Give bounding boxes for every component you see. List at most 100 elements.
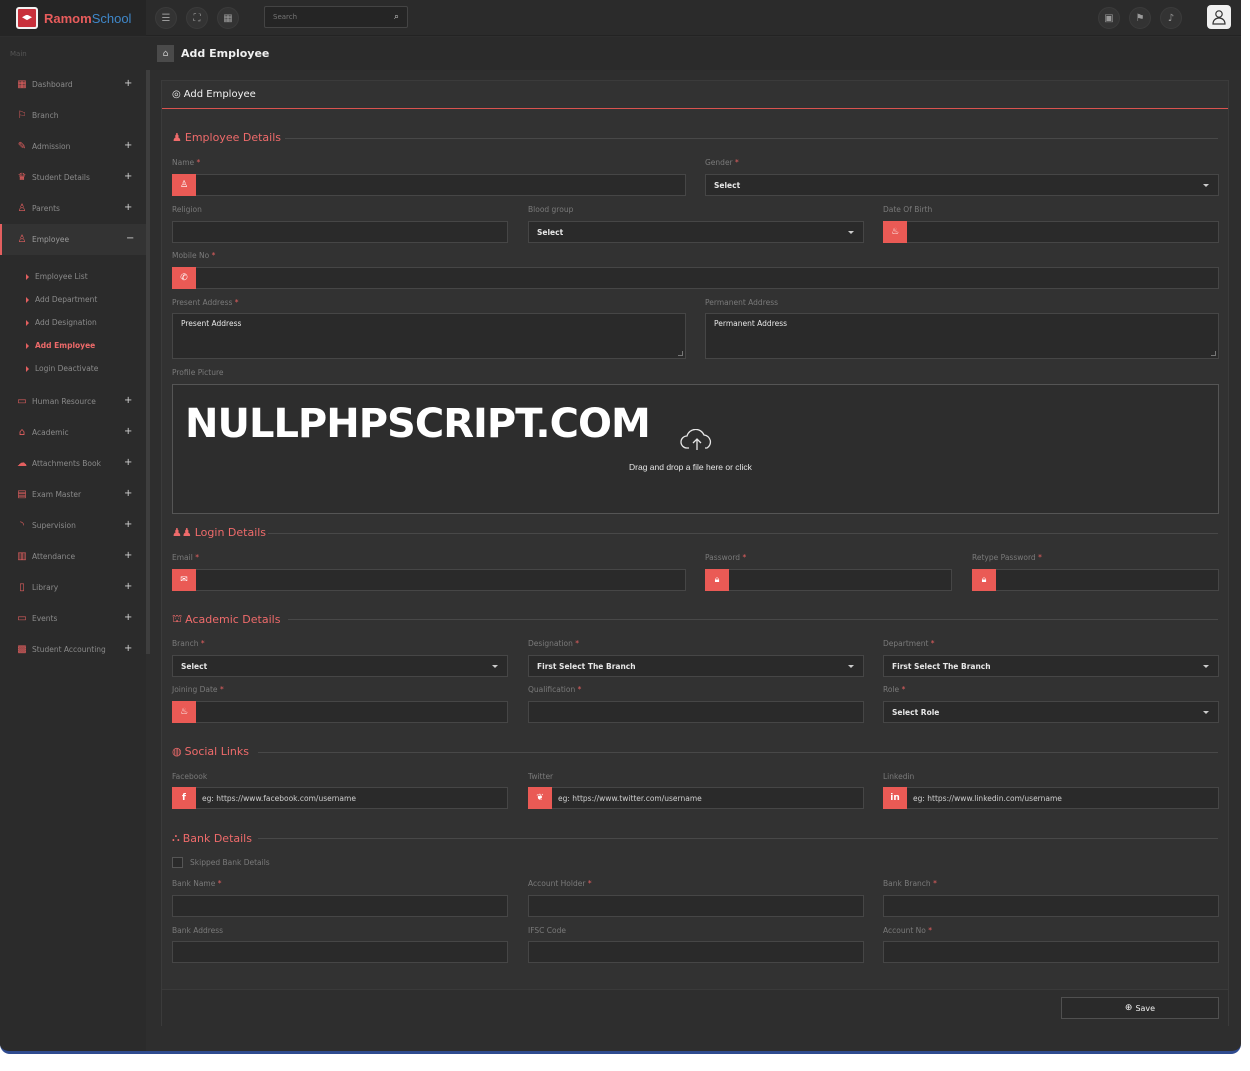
present-address-textarea[interactable]: Present Address	[172, 313, 686, 359]
submenu-add-designation[interactable]: Add Designation	[0, 311, 146, 334]
password-input[interactable]: 🔒︎	[705, 569, 952, 591]
school-icon: ⛫	[172, 612, 183, 625]
sidebar-item-academic[interactable]: ⌂ Academic +	[0, 417, 146, 448]
phone-icon: ✆	[172, 267, 196, 289]
user-avatar[interactable]	[1207, 5, 1231, 29]
sidebar-item-attendance[interactable]: ▥ Attendance +	[0, 541, 146, 572]
bank-branch-input[interactable]	[883, 895, 1219, 917]
account-holder-input[interactable]	[528, 895, 864, 917]
gender-select[interactable]: Select	[705, 174, 1219, 196]
search-icon[interactable]: ⌕	[394, 12, 399, 22]
joining-date-input[interactable]: ♨	[172, 701, 508, 723]
joining-date-label: Joining Date *	[172, 685, 224, 694]
qualification-input[interactable]	[528, 701, 864, 723]
bank-address-input[interactable]	[172, 941, 508, 963]
fullscreen-icon[interactable]: ⛶	[186, 7, 208, 29]
calculator-icon: ▩	[17, 644, 27, 655]
caret-right-icon	[26, 273, 29, 280]
dashboard-icon: ▦	[17, 79, 27, 90]
sidebar-item-dashboard[interactable]: ▦ Dashboard +	[0, 69, 146, 100]
expand-icon: +	[124, 202, 133, 213]
home-icon[interactable]: ⌂	[157, 45, 174, 62]
chevron-down-icon	[492, 664, 498, 668]
sidebar-item-exam-master[interactable]: ▤ Exam Master +	[0, 479, 146, 510]
submenu-login-deactivate[interactable]: Login Deactivate	[0, 357, 146, 380]
apps-grid-icon[interactable]: ▦	[217, 7, 239, 29]
submenu-employee-list[interactable]: Employee List	[0, 265, 146, 288]
dob-input[interactable]: ♨	[883, 221, 1219, 243]
ifsc-label: IFSC Code	[528, 926, 566, 935]
skip-bank-label: Skipped Bank Details	[190, 858, 270, 867]
facebook-label: Facebook	[172, 772, 208, 781]
designation-select[interactable]: First Select The Branch	[528, 655, 864, 677]
twitter-input[interactable]: ❦ eg: https://www.twitter.com/username	[528, 787, 864, 809]
caret-right-icon	[26, 296, 29, 303]
retype-password-input[interactable]: 🔒︎	[972, 569, 1219, 591]
linkedin-icon: in	[883, 787, 907, 809]
book-icon: ▤	[17, 489, 27, 500]
religion-input[interactable]	[172, 221, 508, 243]
submenu-add-employee[interactable]: Add Employee	[0, 334, 146, 357]
sidebar-item-events[interactable]: ▭ Events +	[0, 603, 146, 634]
sidebar-item-parents[interactable]: ♙ Parents +	[0, 193, 146, 224]
flag-icon[interactable]: ⚑	[1129, 7, 1151, 29]
expand-icon: +	[124, 78, 133, 89]
card-header: ◎ Add Employee	[162, 81, 1228, 109]
department-select[interactable]: First Select The Branch	[883, 655, 1219, 677]
branch-label: Branch *	[172, 639, 205, 648]
chevron-down-icon	[1203, 183, 1209, 187]
sidebar-item-library[interactable]: ▯ Library +	[0, 572, 146, 603]
expand-icon: +	[124, 519, 133, 530]
facebook-input[interactable]: f eg: https://www.facebook.com/username	[172, 787, 508, 809]
mobile-input[interactable]: ✆	[172, 267, 1219, 289]
save-button[interactable]: ⊕ Save	[1061, 997, 1219, 1019]
ifsc-input[interactable]	[528, 941, 864, 963]
branch-icon: ⚐	[17, 110, 27, 121]
religion-label: Religion	[172, 205, 202, 214]
users-icon: ♟♟	[172, 526, 192, 539]
user-edit-icon: ♟	[172, 131, 182, 144]
cloud-upload-icon	[680, 429, 712, 450]
skip-bank-checkbox[interactable]	[172, 857, 183, 868]
app-window: RamomSchool ☰ ⛶ ▦ ⌕ ▣ ⚑ ♪ ⌂ Add Employee…	[0, 0, 1241, 1054]
menu-toggle-icon[interactable]: ☰	[155, 7, 177, 29]
employee-details-heading: ♟ Employee Details	[172, 131, 1218, 144]
bank-name-input[interactable]	[172, 895, 508, 917]
sidebar-item-human-resource[interactable]: ▭ Human Resource +	[0, 386, 146, 417]
sidebar-item-attachments-book[interactable]: ☁ Attachments Book +	[0, 448, 146, 479]
sidebar-item-student-details[interactable]: ♛ Student Details +	[0, 162, 146, 193]
search-input[interactable]	[273, 13, 383, 21]
email-label: Email *	[172, 553, 199, 562]
bar-chart-icon: ▥	[17, 551, 27, 562]
calendar-icon[interactable]: ▣	[1098, 7, 1120, 29]
submenu-add-department[interactable]: Add Department	[0, 288, 146, 311]
branch-select[interactable]: Select	[172, 655, 508, 677]
bank-address-label: Bank Address	[172, 926, 224, 935]
chevron-down-icon	[1203, 710, 1209, 714]
sidebar-item-branch[interactable]: ⚐ Branch	[0, 100, 146, 131]
envelope-icon: ✉	[172, 569, 196, 591]
permanent-address-textarea[interactable]: Permanent Address	[705, 313, 1219, 359]
caret-right-icon	[26, 365, 29, 372]
facebook-icon: f	[172, 787, 196, 809]
blood-group-select[interactable]: Select	[528, 221, 864, 243]
linkedin-input[interactable]: in eg: https://www.linkedin.com/username	[883, 787, 1219, 809]
sidebar-item-student-accounting[interactable]: ▩ Student Accounting +	[0, 634, 146, 665]
account-no-input[interactable]	[883, 941, 1219, 963]
logo[interactable]: RamomSchool	[0, 0, 146, 36]
blood-group-label: Blood group	[528, 205, 574, 214]
profile-picture-dropzone[interactable]: NULLPHPSCRIPT.COM Drag and drop a file h…	[172, 384, 1219, 514]
sidebar-item-admission[interactable]: ✎ Admission +	[0, 131, 146, 162]
user-icon: ♙	[17, 203, 27, 214]
search-box[interactable]: ⌕	[264, 6, 408, 28]
sidebar: Main ▦ Dashboard + ⚐ Branch ✎ Admission + ♛ St…	[0, 37, 146, 1051]
bell-icon[interactable]: ♪	[1160, 7, 1182, 29]
email-input[interactable]: ✉	[172, 569, 686, 591]
sidebar-item-supervision[interactable]: ◝ Supervision +	[0, 510, 146, 541]
name-input[interactable]: ♙	[172, 174, 686, 196]
role-select[interactable]: Select Role	[883, 701, 1219, 723]
present-address-label: Present Address *	[172, 298, 239, 307]
sidebar-item-employee[interactable]: ♙ Employee −	[0, 224, 146, 255]
sidebar-scrollbar[interactable]	[146, 70, 150, 654]
dob-label: Date Of Birth	[883, 205, 933, 214]
